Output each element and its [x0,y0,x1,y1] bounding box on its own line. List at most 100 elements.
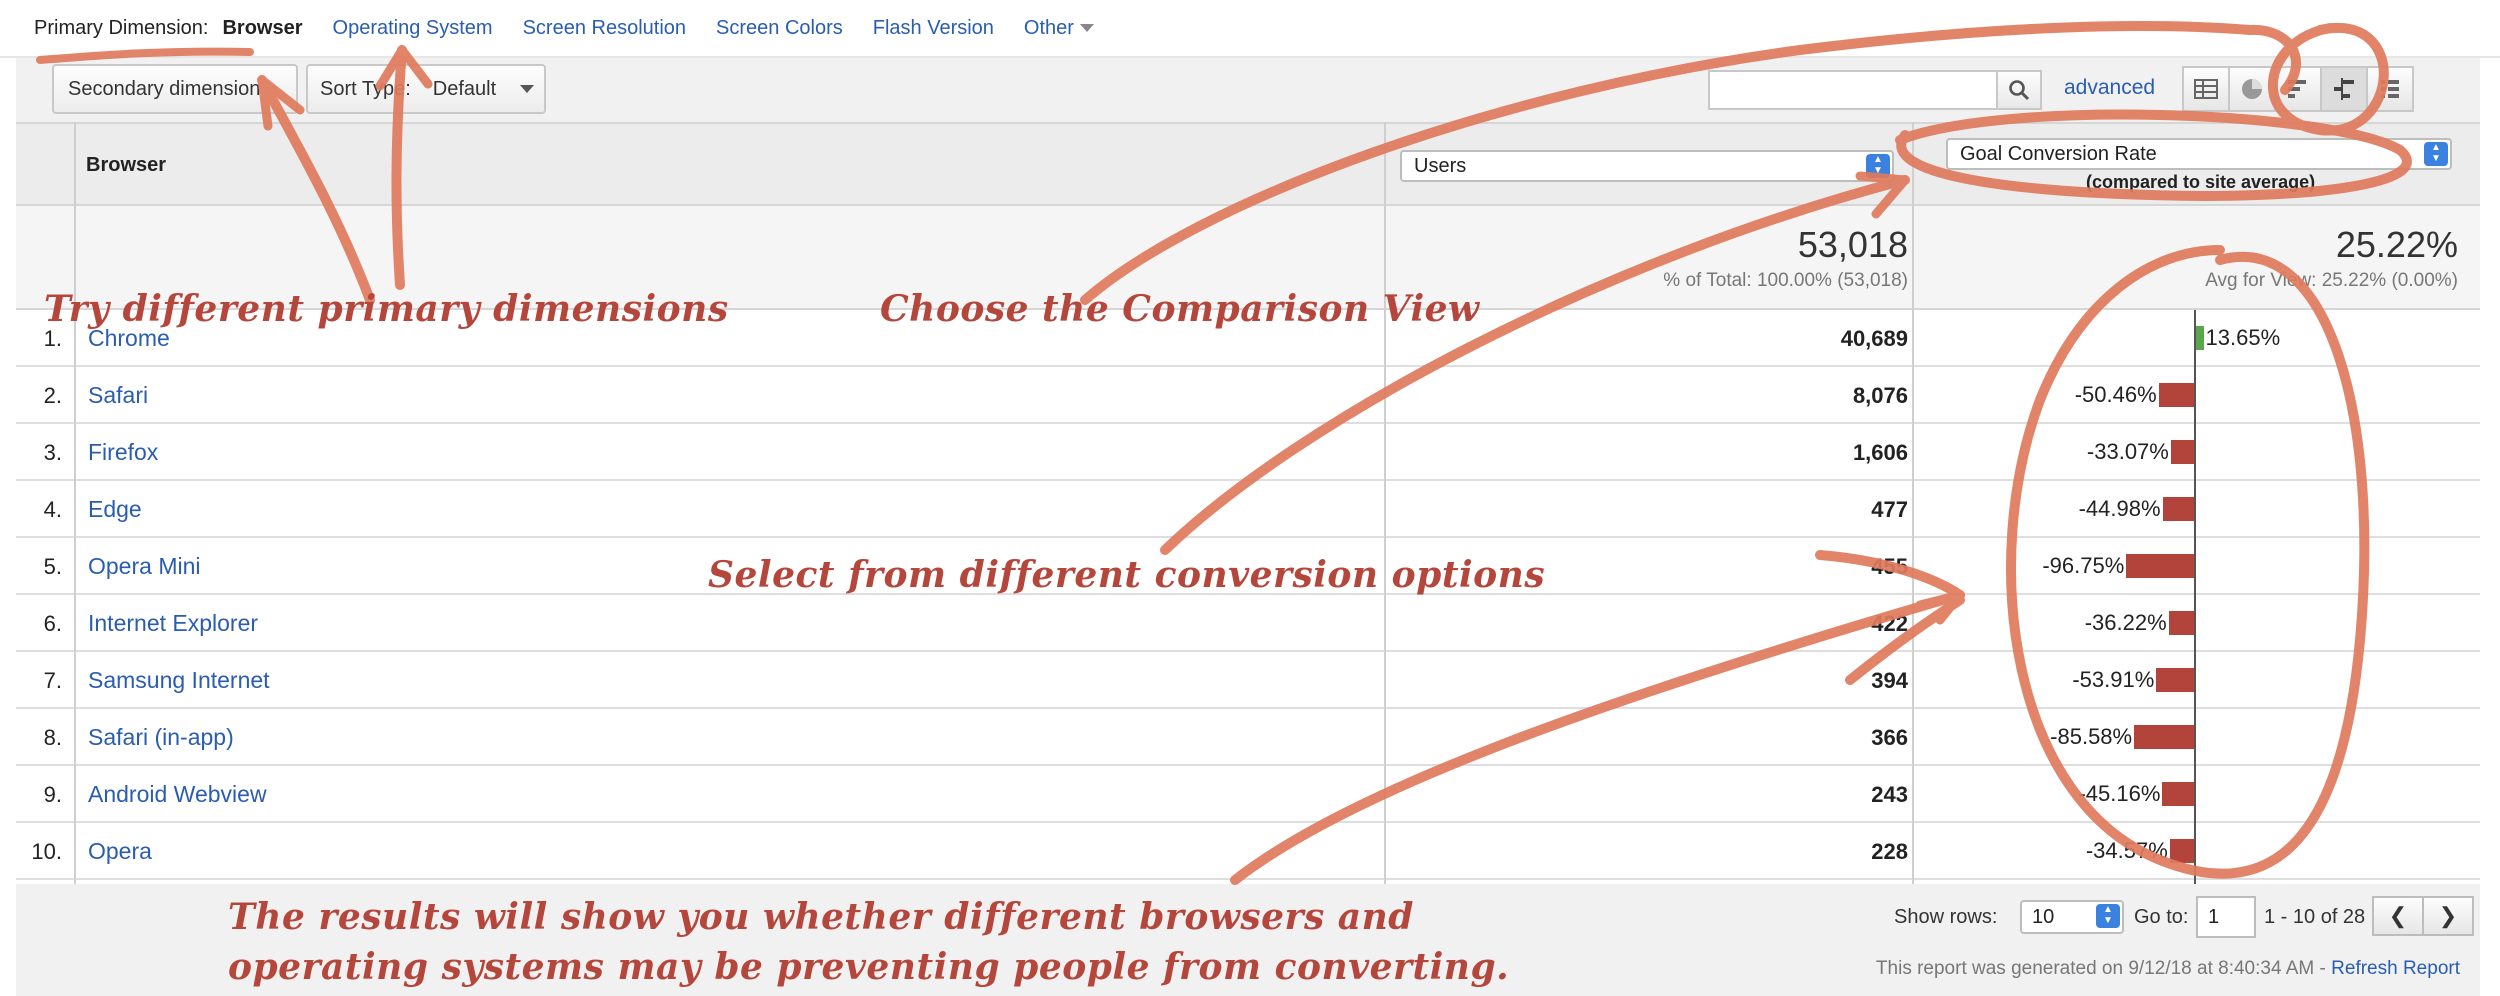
browser-link[interactable]: Safari (in-app) [88,724,234,751]
dimension-other-dropdown[interactable]: Other [1024,17,1094,40]
users-value: 40,689 [1840,326,1908,351]
view-comparison-button[interactable] [2320,66,2368,112]
primary-dimension-current[interactable]: Browser [222,17,302,40]
chevron-left-icon: ❮ [2388,903,2408,928]
users-value: 455 [1871,554,1908,579]
comparison-icon [2334,78,2354,100]
column-divider [1912,122,1914,884]
refresh-report-link[interactable]: Refresh Report [2331,958,2460,979]
users-value: 366 [1871,725,1908,750]
view-performance-button[interactable] [2274,66,2322,112]
secondary-dimension-label: Secondary dimension [68,77,261,100]
generated-text: This report was generated on 9/12/18 at … [1875,958,2332,979]
view-pie-button[interactable] [2228,66,2276,112]
row-number: 3. [43,440,62,465]
metric-select[interactable]: Users ▲ ▼ [1400,150,1894,182]
users-value: 477 [1871,497,1908,522]
annotation-results-line2: operating systems may be preventing peop… [228,946,1510,988]
table-row: 4. Edge 477 -44.98% [16,481,2480,538]
comparison-value: 13.65% [2205,325,2281,350]
table-grid-icon [2194,79,2218,99]
sort-type-value: Default [432,77,497,100]
annotation-primary-dimensions: Try different primary dimensions [44,288,729,330]
advanced-filter-link[interactable]: advanced [2064,76,2155,100]
search-input[interactable] [1708,70,1998,110]
browser-link[interactable]: Firefox [88,439,158,466]
view-switcher [2182,66,2414,112]
browser-link[interactable]: Safari [88,382,148,409]
browser-link[interactable]: Android Webview [88,781,267,808]
table-header: Browser Users ▲ ▼ Goal Conversion Rate ▲ ▼… [16,122,2480,206]
column-divider [74,122,76,884]
search-button[interactable] [1998,70,2042,110]
goto-label: Go to: [2134,906,2189,928]
browser-link[interactable]: Opera [88,838,152,865]
comparison-value: -53.91% [2072,667,2155,692]
secondary-dimension-button[interactable]: Secondary dimension [52,64,298,114]
show-rows-value: 10 [2032,905,2055,928]
row-number: 6. [43,611,62,636]
comparison-bar [2158,383,2194,407]
table-row: 6. Internet Explorer 422 -36.22% [16,595,2480,652]
users-value: 228 [1871,839,1908,864]
generated-note: This report was generated on 9/12/18 at … [1876,958,2460,980]
chevron-right-icon: ❯ [2438,903,2458,928]
comparison-bar [2170,440,2194,464]
browser-link[interactable]: Opera Mini [88,553,200,580]
total-goal-rate: 25.22% [2335,224,2458,265]
row-number: 2. [43,383,62,408]
goto-input[interactable]: 1 [2196,896,2256,938]
table-controls: Secondary dimension Sort Type: Default a… [16,58,2480,122]
dimension-flash-version[interactable]: Flash Version [873,17,994,40]
users-value: 8,076 [1852,383,1908,408]
show-rows-label: Show rows: [1894,906,1998,928]
column-header-browser[interactable]: Browser [86,154,166,177]
comparison-metric-value: Goal Conversion Rate [1960,142,2157,165]
dimension-other-label: Other [1023,16,1074,39]
comparison-axis [2194,310,2196,884]
next-page-button[interactable]: ❯ [2422,896,2474,936]
comparison-bar [2134,725,2194,749]
pivot-icon [2381,80,2399,98]
pie-chart-icon [2242,79,2262,99]
row-number: 5. [43,554,62,579]
dimension-screen-resolution[interactable]: Screen Resolution [523,17,686,40]
pager: ❮ ❯ [2372,896,2474,936]
row-number: 7. [43,668,62,693]
browser-link[interactable]: Samsung Internet [88,667,270,694]
table-row: 3. Firefox 1,606 -33.07% [16,424,2480,481]
show-rows-select[interactable]: 10 ▲ ▼ [2020,900,2124,934]
comparison-bar [2162,782,2194,806]
comparison-value: -36.22% [2084,610,2167,635]
table-row: 7. Samsung Internet 394 -53.91% [16,652,2480,709]
comparison-bar [2156,668,2194,692]
comparison-value: -33.07% [2086,439,2169,464]
users-value: 394 [1871,668,1908,693]
row-number: 9. [43,782,62,807]
prev-page-button[interactable]: ❮ [2372,896,2424,936]
view-pivot-button[interactable] [2366,66,2414,112]
row-number: 8. [43,725,62,750]
sort-type-label: Sort Type: [320,77,411,100]
comparison-metric-select[interactable]: Goal Conversion Rate ▲ ▼ [1946,138,2452,170]
view-data-button[interactable] [2182,66,2230,112]
comparison-bar [2126,554,2194,578]
comparison-value: -45.16% [2078,781,2161,806]
row-number: 4. [43,497,62,522]
table-row: 10. Opera 228 -34.57% [16,823,2480,880]
users-value: 422 [1871,611,1908,636]
table-row: 2. Safari 8,076 -50.46% [16,367,2480,424]
browser-link[interactable]: Internet Explorer [88,610,258,637]
select-arrows-icon: ▲ ▼ [2096,904,2120,928]
comparison-value: -34.57% [2085,838,2168,863]
browser-link[interactable]: Edge [88,496,142,523]
chevron-down-icon [1079,24,1094,32]
dimension-screen-colors[interactable]: Screen Colors [716,17,843,40]
chevron-down-icon [520,85,535,93]
compared-note: (compared to site average) [2086,172,2316,192]
comparison-value: -96.75% [2042,553,2125,578]
row-range: 1 - 10 of 28 [2264,906,2366,928]
dimension-operating-system[interactable]: Operating System [333,17,493,40]
comparison-bar [2168,611,2194,635]
sort-type-select[interactable]: Sort Type: Default [306,64,546,114]
